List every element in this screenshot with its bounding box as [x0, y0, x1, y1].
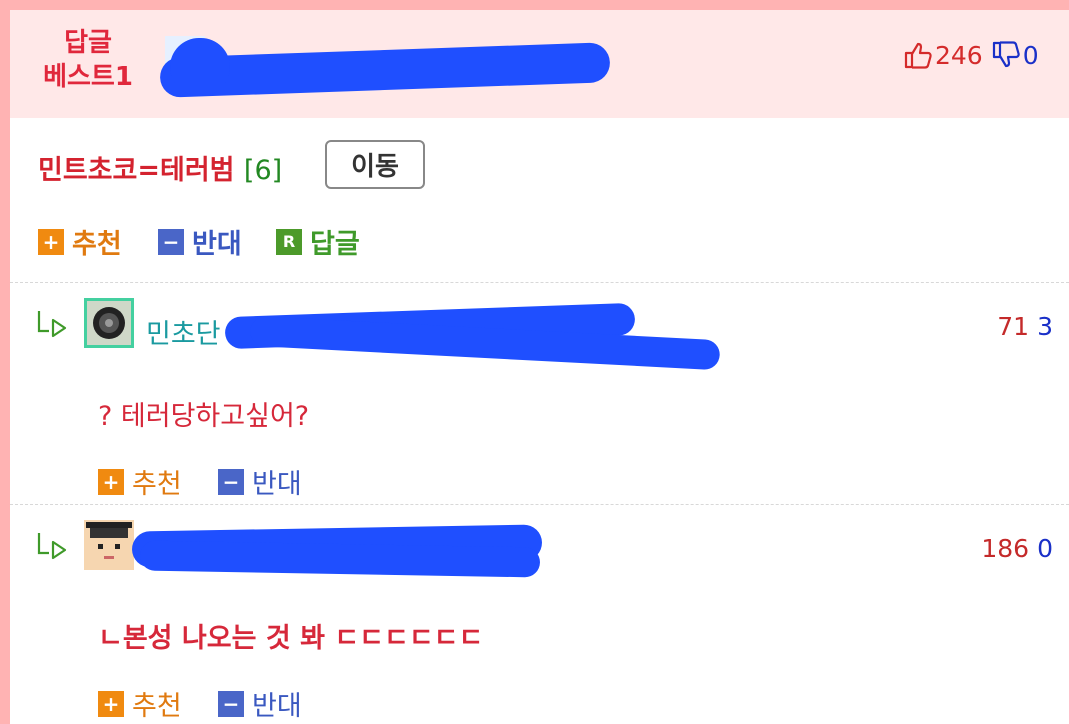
post-title[interactable]: 민트초코=테러범 [6]	[38, 148, 282, 187]
best-reply-label-line1: 답글	[64, 28, 112, 58]
oppose-button[interactable]: − 반대	[158, 222, 242, 261]
best-up-count: 246	[935, 40, 983, 70]
plus-icon: +	[98, 690, 124, 717]
reply-up-count: 186	[981, 534, 1030, 563]
oppose-label: 반대	[252, 469, 302, 500]
post-title-text: 민트초코=테러범	[38, 155, 235, 186]
avatar[interactable]	[84, 520, 134, 570]
minus-icon: −	[218, 690, 244, 717]
reply-votes: 71 3	[997, 312, 1053, 341]
minus-icon: −	[158, 228, 184, 255]
recommend-label: 추천	[132, 691, 182, 722]
reply-button[interactable]: R 답글	[276, 222, 360, 261]
best-votes: 246 0	[903, 40, 1039, 70]
move-button[interactable]: 이동	[325, 140, 425, 189]
avatar[interactable]	[84, 298, 134, 348]
oppose-label: 반대	[252, 691, 302, 722]
divider	[10, 504, 1069, 505]
recommend-label: 추천	[132, 469, 182, 500]
best-reply-label-line2: 베스트1	[43, 62, 133, 92]
redaction-scribble	[170, 38, 230, 96]
reply-up-count: 71	[997, 312, 1030, 341]
oppose-button[interactable]: − 반대	[218, 462, 302, 501]
reply-down-count: 0	[1037, 534, 1053, 563]
comment-text: ? 테러당하고싶어?	[98, 401, 310, 432]
reply-count: [6]	[243, 155, 283, 186]
comment-panel: 답글 베스트1 246 0 민트초코=테러범 [6] 이동 + 추천 − 반대 …	[10, 10, 1069, 724]
plus-icon: +	[98, 468, 124, 495]
plus-icon: +	[38, 228, 64, 255]
divider	[10, 282, 1069, 283]
recommend-button[interactable]: + 추천	[98, 684, 182, 723]
reply-down-count: 3	[1037, 312, 1053, 341]
reply-arrow-icon	[36, 308, 70, 338]
reply-nickname[interactable]: 민초단	[146, 312, 221, 351]
oppose-label: 반대	[192, 229, 242, 260]
recommend-button[interactable]: + 추천	[38, 222, 122, 261]
minus-icon: −	[218, 468, 244, 495]
oppose-button[interactable]: − 반대	[218, 684, 302, 723]
best-down-count: 0	[1022, 40, 1039, 70]
redaction-scribble	[139, 540, 541, 578]
reply-label: 답글	[310, 229, 360, 260]
reply-r-icon: R	[276, 228, 302, 255]
thumbs-up-icon[interactable]	[903, 40, 933, 70]
thumbs-down-icon[interactable]	[991, 40, 1021, 70]
comment-text: ㄴ본성 나오는 것 봐 ㄷㄷㄷㄷㄷㄷ	[98, 623, 484, 654]
recommend-label: 추천	[72, 229, 122, 260]
recommend-button[interactable]: + 추천	[98, 462, 182, 501]
reply-votes: 186 0	[981, 534, 1053, 563]
best-reply-label: 답글 베스트1	[32, 26, 144, 94]
reply-arrow-icon	[36, 530, 70, 560]
best-reply-header: 답글 베스트1 246 0	[10, 10, 1069, 118]
